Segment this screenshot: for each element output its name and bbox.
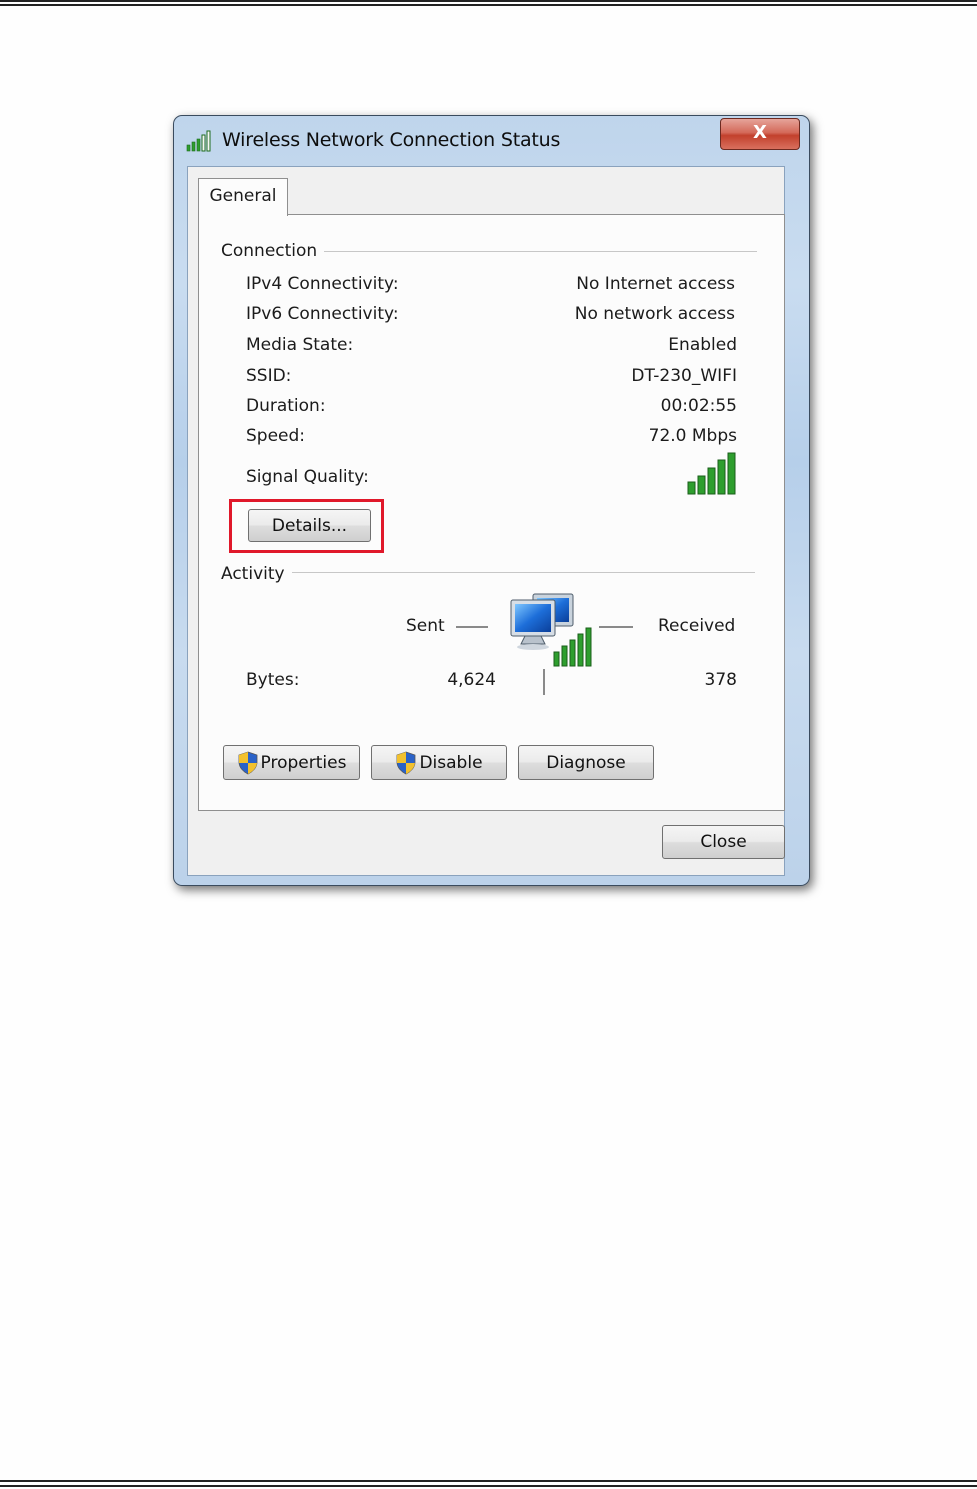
activity-separator — [292, 572, 755, 573]
received-label: Received — [658, 616, 736, 636]
title-bar[interactable]: Wireless Network Connection Status X — [174, 116, 809, 164]
page-bottom-rule — [0, 1480, 977, 1487]
disable-button[interactable]: Disable — [371, 745, 507, 780]
details-button[interactable]: Details... — [248, 509, 371, 542]
activity-group-label: Activity — [221, 564, 291, 584]
connection-separator — [324, 251, 757, 252]
properties-button-label: Properties — [260, 752, 347, 773]
bytes-label: Bytes: — [246, 670, 300, 690]
wifi-signal-icon — [186, 130, 211, 152]
sent-label: Sent — [406, 616, 445, 636]
signal-quality-icon — [687, 452, 736, 495]
ipv6-label: IPv6 Connectivity: — [246, 304, 399, 324]
window-title: Wireless Network Connection Status — [222, 129, 561, 151]
speed-label: Speed: — [246, 426, 306, 446]
duration-value: 00:02:55 — [660, 396, 737, 416]
signal-quality-label: Signal Quality: — [246, 467, 369, 487]
disable-button-label: Disable — [419, 752, 483, 773]
received-connector-line — [599, 626, 633, 628]
ipv4-label: IPv4 Connectivity: — [246, 274, 399, 294]
speed-value: 72.0 Mbps — [648, 426, 737, 446]
ssid-label: SSID: — [246, 366, 292, 386]
bytes-received-value: 378 — [704, 670, 737, 690]
media-state-label: Media State: — [246, 335, 354, 355]
tab-general[interactable]: General — [198, 178, 288, 216]
bytes-sent-value: 4,624 — [447, 670, 496, 690]
diagnose-button[interactable]: Diagnose — [518, 745, 654, 780]
ipv6-value: No network access — [574, 304, 735, 324]
uac-shield-icon — [238, 751, 257, 774]
media-state-value: Enabled — [668, 335, 737, 355]
duration-label: Duration: — [246, 396, 326, 416]
ssid-value: DT-230_WIFI — [631, 366, 737, 386]
page-top-rule — [0, 0, 977, 6]
connection-group-label: Connection — [221, 241, 324, 261]
properties-button[interactable]: Properties — [223, 745, 360, 780]
network-computers-icon — [510, 593, 592, 667]
uac-shield-icon — [397, 751, 416, 774]
bytes-divider — [543, 669, 545, 695]
close-button[interactable]: Close — [662, 825, 785, 859]
title-close-button[interactable]: X — [720, 118, 800, 150]
ipv4-value: No Internet access — [576, 274, 735, 294]
sent-connector-line — [456, 626, 488, 628]
